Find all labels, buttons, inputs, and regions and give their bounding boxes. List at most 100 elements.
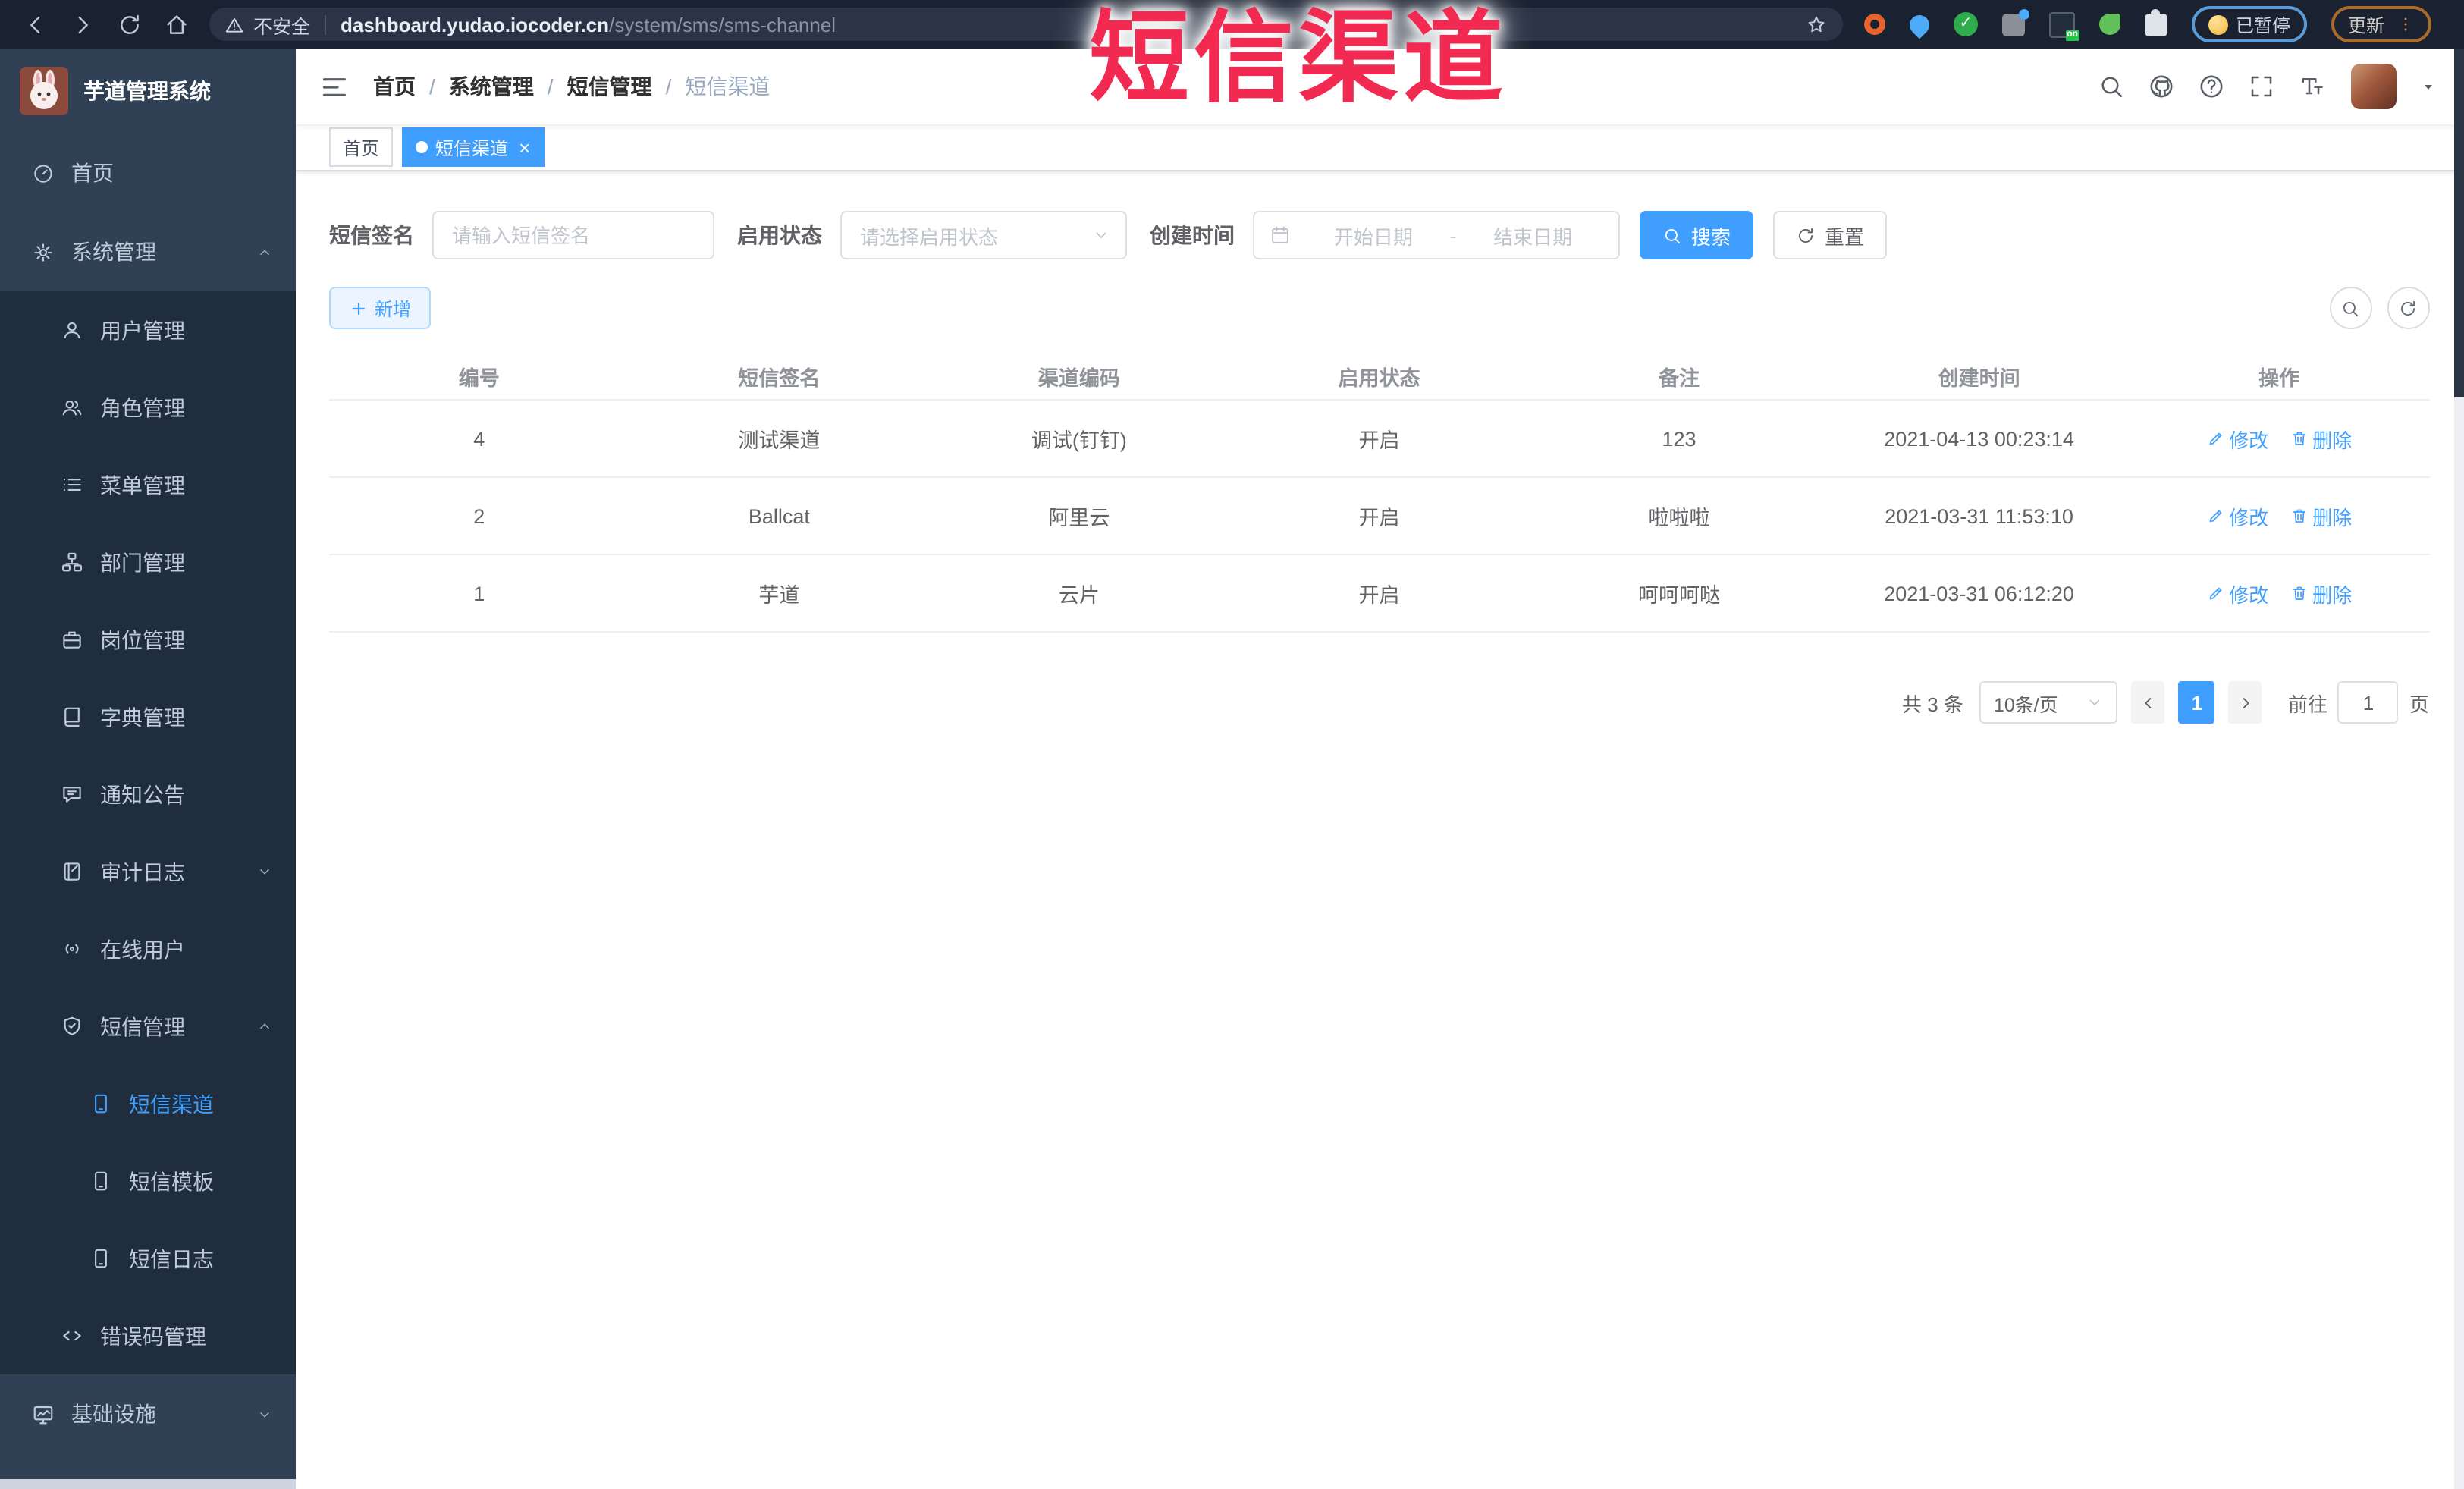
- breadcrumb-system[interactable]: 系统管理: [449, 71, 534, 102]
- sidebar-item-home[interactable]: 首页: [0, 134, 296, 212]
- browser-menu-dots-icon[interactable]: [2397, 15, 2415, 33]
- sidebar-item-audit-log[interactable]: 审计日志: [0, 833, 296, 910]
- search-button[interactable]: 搜索: [1640, 211, 1754, 259]
- sidebar-item-system-mgmt[interactable]: 系统管理: [0, 212, 296, 291]
- avatar[interactable]: [2350, 64, 2396, 109]
- close-icon[interactable]: ×: [519, 137, 530, 157]
- tab-home[interactable]: 首页: [329, 127, 394, 167]
- goto-page-input[interactable]: [2337, 681, 2399, 724]
- browser-forward-icon[interactable]: [70, 11, 96, 37]
- sidebar-item-post-mgmt[interactable]: 岗位管理: [0, 601, 296, 678]
- sidebar-item-dept-mgmt[interactable]: 部门管理: [0, 523, 296, 601]
- sidebar-item-sms-channel[interactable]: 短信渠道: [0, 1065, 296, 1142]
- browser-back-icon[interactable]: [23, 11, 49, 37]
- sign-input-wrap: [432, 211, 714, 259]
- breadcrumb-sms[interactable]: 短信管理: [567, 71, 652, 102]
- page-number-current[interactable]: 1: [2178, 681, 2215, 724]
- chevron-down-icon: [256, 863, 273, 880]
- trash-icon: [2290, 507, 2308, 525]
- sidebar-item-sms-mgmt[interactable]: 短信管理: [0, 988, 296, 1065]
- col-id: 编号: [458, 367, 500, 390]
- dashboard-icon: [32, 162, 55, 184]
- sign-label: 短信签名: [329, 223, 414, 247]
- user-icon: [61, 319, 83, 341]
- on-badge: on: [2065, 30, 2079, 40]
- page-content: 短信签名 启用状态 请选择启用状态 创建时间 开始日期 - 结束日期: [296, 171, 2464, 1489]
- caret-down-icon[interactable]: [2418, 77, 2437, 96]
- fullscreen-icon[interactable]: [2247, 73, 2274, 100]
- browser-home-icon[interactable]: [164, 11, 190, 37]
- tab-sms-channel[interactable]: 短信渠道 ×: [402, 127, 545, 167]
- sidebar-item-sms-template[interactable]: 短信模板: [0, 1142, 296, 1220]
- sidebar-item-notice[interactable]: 通知公告: [0, 755, 296, 833]
- extensions-puzzle-icon[interactable]: [2145, 8, 2167, 36]
- extension-pin-icon[interactable]: [1905, 10, 1934, 39]
- extension-leaf-icon[interactable]: [2099, 14, 2120, 35]
- sidebar: 芋道管理系统 首页 系统管理 用户管理 角色管理 菜单管理 部门管理 岗位管理 …: [0, 49, 296, 1489]
- calendar-icon: [1270, 225, 1291, 246]
- monitor-icon: [32, 1403, 55, 1425]
- sidebar-horizontal-scrollbar[interactable]: [0, 1478, 296, 1489]
- edit-pen-icon: [2206, 507, 2224, 525]
- extension-people-icon[interactable]: [2002, 8, 2029, 36]
- screen: 不安全 dashboard.yudao.iocoder.cn/system/sm…: [0, 0, 2464, 1489]
- sidebar-item-error-code-mgmt[interactable]: 错误码管理: [0, 1297, 296, 1374]
- github-icon[interactable]: [2147, 73, 2174, 100]
- reset-button[interactable]: 重置: [1773, 211, 1888, 259]
- edit-link[interactable]: 修改: [2206, 501, 2268, 530]
- sidebar-item-online-users[interactable]: 在线用户: [0, 910, 296, 988]
- profile-paused-badge[interactable]: 已暂停: [2192, 6, 2308, 42]
- chevron-left-icon: [2140, 694, 2157, 711]
- emoji-avatar-icon: [2208, 14, 2228, 34]
- add-button[interactable]: 新增: [329, 287, 432, 329]
- browser-update-button[interactable]: 更新: [2331, 6, 2432, 42]
- not-secure-label[interactable]: 不安全: [253, 10, 310, 39]
- extension-check-icon[interactable]: ✓: [1954, 12, 1978, 36]
- edit-link[interactable]: 修改: [2206, 579, 2268, 608]
- refresh-table-button[interactable]: [2387, 287, 2429, 329]
- edit-link[interactable]: 修改: [2206, 424, 2268, 453]
- delete-link[interactable]: 删除: [2290, 501, 2352, 530]
- table-header-row: 编号 短信签名 渠道编码 启用状态 备注 创建时间 操作: [329, 353, 2429, 401]
- url-text[interactable]: dashboard.yudao.iocoder.cn/system/sms/sm…: [341, 13, 836, 36]
- chevron-up-icon: [256, 243, 273, 260]
- breadcrumb-current: 短信渠道: [685, 74, 771, 99]
- scrollbar-thumb[interactable]: [2453, 49, 2464, 397]
- font-size-icon[interactable]: [2297, 73, 2324, 100]
- sign-input[interactable]: [434, 224, 713, 247]
- prev-page-button[interactable]: [2131, 681, 2165, 724]
- hamburger-icon[interactable]: [320, 72, 349, 101]
- sidebar-submenu-system: 用户管理 角色管理 菜单管理 部门管理 岗位管理 字典管理 通知公告 审计日志 …: [0, 291, 296, 1374]
- sidebar-item-infrastructure[interactable]: 基础设施: [0, 1374, 296, 1453]
- extension-orange-icon[interactable]: [1864, 14, 1885, 35]
- sidebar-item-user-mgmt[interactable]: 用户管理: [0, 291, 296, 369]
- browser-extensions: ✓ on 已暂停 更新: [1864, 6, 2432, 42]
- page-size-select[interactable]: 10条/页: [1979, 681, 2118, 724]
- status-label: 启用状态: [737, 223, 822, 247]
- delete-link[interactable]: 删除: [2290, 579, 2352, 608]
- sidebar-item-menu-mgmt[interactable]: 菜单管理: [0, 446, 296, 523]
- browser-reload-icon[interactable]: [117, 11, 143, 37]
- bookmark-star-icon[interactable]: [1805, 13, 1828, 36]
- sidebar-item-role-mgmt[interactable]: 角色管理: [0, 369, 296, 446]
- url-bar[interactable]: 不安全 dashboard.yudao.iocoder.cn/system/sm…: [209, 8, 1843, 41]
- date-range-picker[interactable]: 开始日期 - 结束日期: [1253, 211, 1620, 259]
- phone-icon: [89, 1170, 112, 1192]
- breadcrumb-home[interactable]: 首页: [373, 71, 416, 102]
- table-row: 4 测试渠道 调试(钉钉) 开启 123 2021-04-13 00:23:14…: [329, 401, 2429, 478]
- active-tab-dot-icon: [416, 141, 428, 153]
- chevron-down-icon: [1092, 226, 1110, 244]
- toggle-search-button[interactable]: [2329, 287, 2371, 329]
- app-logo[interactable]: 芋道管理系统: [0, 49, 296, 134]
- delete-link[interactable]: 删除: [2290, 424, 2352, 453]
- help-icon[interactable]: [2197, 73, 2224, 100]
- page-scrollbar[interactable]: [2453, 49, 2464, 1489]
- table-row: 2 Ballcat 阿里云 开启 啦啦啦 2021-03-31 11:53:10…: [329, 478, 2429, 555]
- next-page-button[interactable]: [2228, 681, 2262, 724]
- shield-icon: [61, 1015, 83, 1038]
- status-select[interactable]: 请选择启用状态: [840, 211, 1127, 259]
- sidebar-item-sms-log[interactable]: 短信日志: [0, 1220, 296, 1297]
- search-icon[interactable]: [2097, 73, 2124, 100]
- extension-switch-icon[interactable]: on: [2049, 11, 2079, 40]
- sidebar-item-dict-mgmt[interactable]: 字典管理: [0, 678, 296, 755]
